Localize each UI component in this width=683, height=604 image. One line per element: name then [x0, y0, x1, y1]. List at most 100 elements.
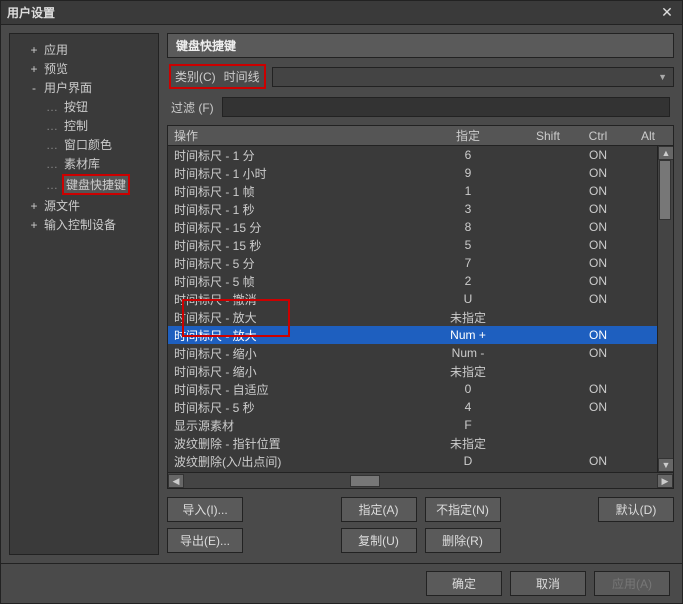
- copy-button[interactable]: 复制(U): [341, 528, 417, 553]
- col-assign[interactable]: 指定: [413, 127, 523, 144]
- cell-assign: 5: [413, 238, 523, 252]
- tree-item[interactable]: +预览: [14, 59, 154, 78]
- table-header: 操作 指定 Shift Ctrl Alt: [168, 126, 673, 146]
- category-value: 时间线: [224, 68, 260, 85]
- tree-label: 应用: [42, 41, 70, 58]
- cell-action: 时间标尺 - 缩小: [168, 345, 413, 362]
- tree-item[interactable]: 素材库: [14, 154, 154, 173]
- plus-icon[interactable]: +: [28, 62, 40, 76]
- tree-label: 输入控制设备: [42, 216, 118, 233]
- cell-assign: D: [413, 454, 523, 468]
- tree-item[interactable]: 键盘快捷键: [14, 173, 154, 196]
- category-label: 类别(C): [175, 68, 216, 85]
- tree-item[interactable]: +应用: [14, 40, 154, 59]
- table-row[interactable]: 时间标尺 - 1 分6ON: [168, 146, 673, 164]
- cell-ctrl: ON: [573, 400, 623, 414]
- table-row[interactable]: 时间标尺 - 5 秒4ON: [168, 398, 673, 416]
- tree-label: 预览: [42, 60, 70, 77]
- tree-item[interactable]: 控制: [14, 116, 154, 135]
- tree-item[interactable]: 按钮: [14, 97, 154, 116]
- cell-assign: U: [413, 292, 523, 306]
- tree-item[interactable]: -用户界面: [14, 78, 154, 97]
- scroll-right-icon[interactable]: ▶: [657, 474, 673, 488]
- scroll-thumb-h[interactable]: [350, 475, 380, 487]
- dialog-title: 用户设置: [7, 4, 55, 21]
- scrollbar-horizontal[interactable]: ◀ ▶: [168, 472, 673, 488]
- cell-ctrl: ON: [573, 274, 623, 288]
- col-action[interactable]: 操作: [168, 127, 413, 144]
- tree-label: 键盘快捷键: [62, 174, 130, 195]
- cell-ctrl: ON: [573, 256, 623, 270]
- cell-assign: 9: [413, 166, 523, 180]
- action-buttons: 导入(I)... 指定(A) 不指定(N) 默认(D) 导出(E)... 复制(…: [167, 495, 674, 555]
- cancel-button[interactable]: 取消: [510, 571, 586, 596]
- filter-row: 过滤 (F): [167, 95, 674, 119]
- plus-icon[interactable]: +: [28, 199, 40, 213]
- plus-icon[interactable]: +: [28, 43, 40, 57]
- scroll-thumb-v[interactable]: [659, 160, 671, 220]
- default-button[interactable]: 默认(D): [598, 497, 674, 522]
- col-alt[interactable]: Alt: [623, 129, 673, 143]
- assign-button[interactable]: 指定(A): [341, 497, 417, 522]
- cell-action: 时间标尺 - 15 分: [168, 219, 413, 236]
- minus-icon[interactable]: -: [28, 81, 40, 95]
- cell-assign: 8: [413, 220, 523, 234]
- tree-label: 按钮: [62, 98, 90, 115]
- scroll-down-icon[interactable]: ▼: [658, 458, 674, 472]
- table-body[interactable]: 时间标尺 - 1 分6ON时间标尺 - 1 小时9ON时间标尺 - 1 帧1ON…: [168, 146, 673, 472]
- table-row[interactable]: 时间标尺 - 放大Num +ON: [168, 326, 673, 344]
- scroll-left-icon[interactable]: ◀: [168, 474, 184, 488]
- category-dropdown[interactable]: ▼: [272, 67, 674, 87]
- scroll-up-icon[interactable]: ▲: [658, 146, 674, 160]
- filter-input[interactable]: [222, 97, 670, 117]
- unassign-button[interactable]: 不指定(N): [425, 497, 501, 522]
- cell-assign: 未指定: [413, 309, 523, 326]
- export-button[interactable]: 导出(E)...: [167, 528, 243, 553]
- table-row[interactable]: 波纹删除 - 指针位置未指定: [168, 434, 673, 452]
- dialog-body: +应用+预览-用户界面按钮控制窗口颜色素材库键盘快捷键+源文件+输入控制设备 键…: [1, 25, 682, 563]
- table-row[interactable]: 时间标尺 - 1 小时9ON: [168, 164, 673, 182]
- delete-button[interactable]: 删除(R): [425, 528, 501, 553]
- tree-label: 素材库: [62, 155, 102, 172]
- table-row[interactable]: 时间标尺 - 缩小Num -ON: [168, 344, 673, 362]
- table-row[interactable]: 时间标尺 - 5 分7ON: [168, 254, 673, 272]
- close-icon[interactable]: ✕: [658, 4, 676, 21]
- table-row[interactable]: 波纹删除(入/出点间)DON: [168, 452, 673, 470]
- table-row[interactable]: 时间标尺 - 撤消UON: [168, 290, 673, 308]
- cell-action: 波纹删除 - 指针位置: [168, 435, 413, 452]
- tree-item[interactable]: +源文件: [14, 196, 154, 215]
- col-shift[interactable]: Shift: [523, 129, 573, 143]
- table-row[interactable]: 时间标尺 - 5 帧2ON: [168, 272, 673, 290]
- table-row[interactable]: 时间标尺 - 1 帧1ON: [168, 182, 673, 200]
- cell-action: 时间标尺 - 缩小: [168, 363, 413, 380]
- cell-assign: 4: [413, 400, 523, 414]
- table-row[interactable]: 显示源素材F: [168, 416, 673, 434]
- apply-button[interactable]: 应用(A): [594, 571, 670, 596]
- category-tree[interactable]: +应用+预览-用户界面按钮控制窗口颜色素材库键盘快捷键+源文件+输入控制设备: [9, 33, 159, 555]
- table-row[interactable]: 时间标尺 - 缩小未指定: [168, 362, 673, 380]
- cell-assign: F: [413, 418, 523, 432]
- tree-label: 用户界面: [42, 79, 94, 96]
- col-ctrl[interactable]: Ctrl: [573, 129, 623, 143]
- table-row[interactable]: 时间标尺 - 自适应0ON: [168, 380, 673, 398]
- tree-item[interactable]: +输入控制设备: [14, 215, 154, 234]
- table-row[interactable]: 时间标尺 - 1 秒3ON: [168, 200, 673, 218]
- table-row[interactable]: 时间标尺 - 放大未指定: [168, 308, 673, 326]
- cell-action: 时间标尺 - 1 帧: [168, 183, 413, 200]
- cell-assign: 2: [413, 274, 523, 288]
- table-row[interactable]: 时间标尺 - 15 秒5ON: [168, 236, 673, 254]
- tree-item[interactable]: 窗口颜色: [14, 135, 154, 154]
- plus-icon[interactable]: +: [28, 218, 40, 232]
- cell-action: 时间标尺 - 1 秒: [168, 201, 413, 218]
- panel-title: 键盘快捷键: [167, 33, 674, 58]
- shortcut-table: 操作 指定 Shift Ctrl Alt 时间标尺 - 1 分6ON时间标尺 -…: [167, 125, 674, 489]
- import-button[interactable]: 导入(I)...: [167, 497, 243, 522]
- table-row[interactable]: 时间标尺 - 15 分8ON: [168, 218, 673, 236]
- cell-ctrl: ON: [573, 454, 623, 468]
- cell-ctrl: ON: [573, 148, 623, 162]
- tree-label: 控制: [62, 117, 90, 134]
- filter-label: 过滤 (F): [171, 99, 214, 116]
- cell-action: 显示源素材: [168, 417, 413, 434]
- ok-button[interactable]: 确定: [426, 571, 502, 596]
- scrollbar-vertical[interactable]: ▲ ▼: [657, 146, 673, 472]
